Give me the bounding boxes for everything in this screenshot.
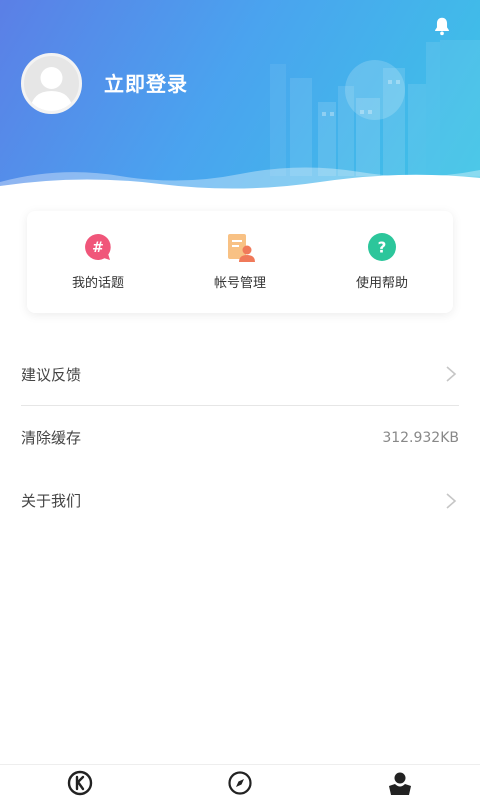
- help-question-icon: ?: [368, 233, 396, 261]
- hashtag-chat-icon: #: [85, 234, 111, 260]
- profile-icon: [389, 772, 411, 795]
- quick-action-label: 我的话题: [71, 276, 124, 291]
- bell-icon[interactable]: [430, 14, 454, 38]
- header-wave: [0, 167, 480, 200]
- settings-list: 建议反馈 清除缓存 312.932KB 关于我们: [21, 343, 459, 532]
- quick-action-my-topics[interactable]: # 我的话题: [27, 211, 169, 313]
- settings-row-label: 清除缓存: [21, 429, 82, 447]
- chevron-right-icon: [446, 366, 457, 382]
- quick-action-account-management[interactable]: 帐号管理: [169, 211, 311, 313]
- settings-row-feedback[interactable]: 建议反馈: [21, 343, 459, 406]
- bottom-navigation: [0, 764, 480, 800]
- settings-row-label: 建议反馈: [21, 365, 82, 384]
- quick-actions-card: # 我的话题 帐号管理 ? 使用帮助: [27, 211, 453, 313]
- svg-text:?: ?: [378, 239, 387, 257]
- profile-header: 立即登录: [0, 0, 480, 200]
- quick-action-label: 帐号管理: [213, 276, 266, 291]
- avatar-placeholder-icon: [30, 67, 73, 111]
- account-card-icon: [228, 234, 255, 262]
- k-logo-icon: [67, 770, 93, 795]
- nav-discover[interactable]: [224, 767, 256, 799]
- quick-action-label: 使用帮助: [355, 276, 408, 291]
- chevron-right-icon: [446, 492, 457, 509]
- settings-row-clear-cache[interactable]: 清除缓存 312.932KB: [21, 406, 459, 469]
- compass-icon: [228, 770, 252, 795]
- nav-home[interactable]: [64, 767, 96, 799]
- cache-size-value: 312.932KB: [382, 429, 459, 446]
- svg-text:#: #: [92, 240, 104, 256]
- settings-row-about[interactable]: 关于我们: [21, 469, 459, 532]
- quick-action-help[interactable]: ? 使用帮助: [311, 211, 453, 313]
- login-link[interactable]: 立即登录: [104, 70, 188, 98]
- settings-row-label: 关于我们: [21, 492, 82, 510]
- nav-profile[interactable]: [384, 767, 416, 799]
- avatar[interactable]: [21, 53, 82, 114]
- profile-page: 立即登录 # 我的话题 帐号管理 ? 使用帮助 建议反馈 清除缓存 312.93…: [0, 0, 480, 800]
